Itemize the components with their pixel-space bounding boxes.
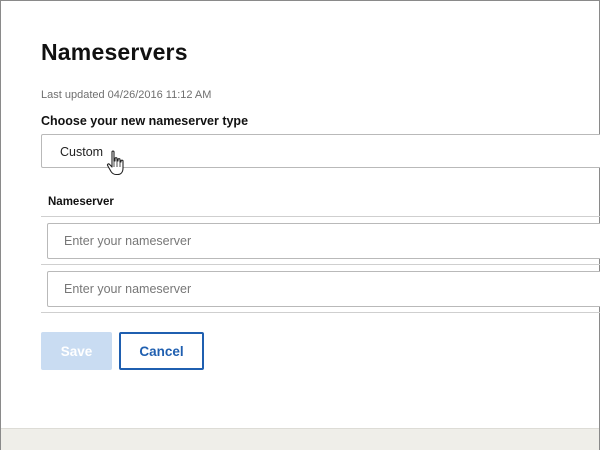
last-updated-text: Last updated 04/26/2016 11:12 AM <box>41 89 212 101</box>
page-title: Nameservers <box>41 39 188 65</box>
hand-pointer-icon <box>106 150 124 176</box>
nameserver-input-1[interactable] <box>47 223 600 259</box>
nameserver-type-label: Choose your new nameserver type <box>41 114 249 128</box>
footer-band <box>1 428 599 450</box>
nameserver-type-selected-value: Custom <box>60 145 104 159</box>
nameserver-row <box>41 217 600 265</box>
save-button[interactable]: Save <box>41 332 112 370</box>
nameserver-column-header: Nameserver <box>48 196 114 208</box>
nameserver-input-2[interactable] <box>47 271 600 307</box>
settings-panel: Nameservers Last updated 04/26/2016 11:1… <box>0 0 600 450</box>
nameserver-row <box>41 265 600 313</box>
cancel-button[interactable]: Cancel <box>119 332 204 370</box>
nameserver-type-select[interactable]: Custom <box>41 134 600 176</box>
